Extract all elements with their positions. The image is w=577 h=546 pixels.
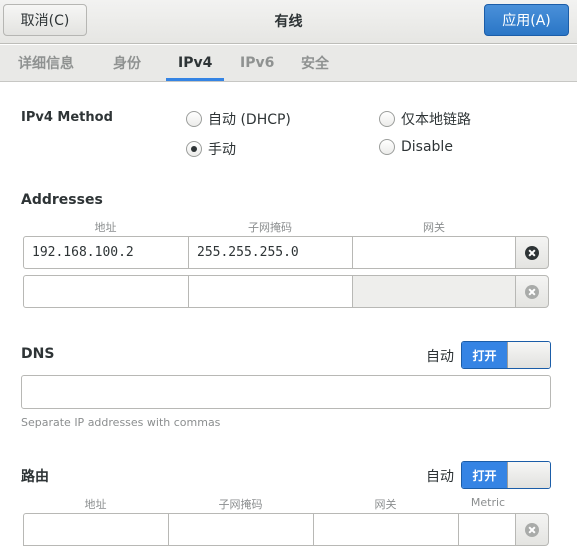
remove-icon (525, 522, 539, 537)
dns-hint: Separate IP addresses with commas (21, 416, 221, 429)
remove-icon (525, 245, 539, 260)
radio-label: 仅本地链路 (401, 112, 471, 128)
radio-indicator (186, 111, 202, 127)
tab-identity[interactable]: 身份 (113, 45, 141, 81)
route-netmask-input[interactable] (168, 513, 314, 546)
apply-button[interactable]: 应用(A) (484, 4, 569, 36)
header-bar: 取消(C) 有线 应用(A) (0, 0, 577, 44)
switch-on-label: 打开 (462, 462, 507, 488)
dns-auto-label: 自动 (426, 349, 454, 365)
radio-indicator (379, 111, 395, 127)
radio-manual[interactable]: 手动 (186, 139, 236, 159)
route-address-column-header: 地址 (84, 498, 107, 511)
radio-disable[interactable]: Disable (379, 139, 453, 155)
address-input[interactable]: 192.168.100.2 (23, 236, 189, 269)
netmask-input[interactable] (188, 275, 353, 308)
route-metric-column-header: Metric (470, 496, 506, 509)
tab-security[interactable]: 安全 (301, 45, 329, 81)
tab-ipv4[interactable]: IPv4 (165, 45, 225, 81)
switch-knob[interactable] (507, 462, 550, 488)
remove-icon (525, 284, 539, 299)
netmask-input[interactable]: 255.255.255.0 (188, 236, 353, 269)
delete-address-button[interactable] (515, 275, 549, 308)
netmask-column-header: 子网掩码 (248, 221, 292, 234)
radio-label: Disable (401, 139, 453, 155)
gateway-input[interactable] (352, 236, 517, 269)
radio-indicator (186, 141, 202, 157)
switch-knob[interactable] (507, 342, 550, 368)
route-gateway-input[interactable] (313, 513, 459, 546)
address-column-header: 地址 (94, 221, 117, 234)
gateway-input (352, 275, 517, 308)
gateway-column-header: 网关 (423, 221, 445, 234)
routes-auto-switch[interactable]: 打开 (461, 461, 551, 489)
radio-auto-dhcp[interactable]: 自动 (DHCP) (186, 109, 291, 129)
radio-link-local[interactable]: 仅本地链路 (379, 109, 471, 129)
radio-label: 自动 (DHCP) (208, 112, 291, 128)
delete-route-button[interactable] (515, 513, 549, 546)
addresses-title: Addresses (21, 192, 103, 208)
radio-label: 手动 (208, 142, 236, 158)
switch-on-label: 打开 (462, 342, 507, 368)
radio-indicator (379, 139, 395, 155)
route-gateway-column-header: 网关 (374, 498, 397, 511)
routes-auto-label: 自动 (426, 469, 454, 485)
tab-bar: 详细信息 身份 IPv4 IPv6 安全 (0, 45, 577, 82)
dns-input[interactable] (21, 375, 551, 409)
dns-auto-switch[interactable]: 打开 (461, 341, 551, 369)
tab-details[interactable]: 详细信息 (18, 45, 74, 81)
address-input[interactable] (23, 275, 189, 308)
routes-title: 路由 (21, 469, 49, 485)
tab-ipv6[interactable]: IPv6 (240, 45, 274, 81)
route-netmask-column-header: 子网掩码 (218, 498, 263, 511)
dns-title: DNS (21, 346, 55, 362)
route-address-input[interactable] (23, 513, 169, 546)
delete-address-button[interactable] (515, 236, 549, 269)
route-metric-input[interactable] (458, 513, 517, 546)
ipv4-method-label: IPv4 Method (21, 110, 113, 125)
